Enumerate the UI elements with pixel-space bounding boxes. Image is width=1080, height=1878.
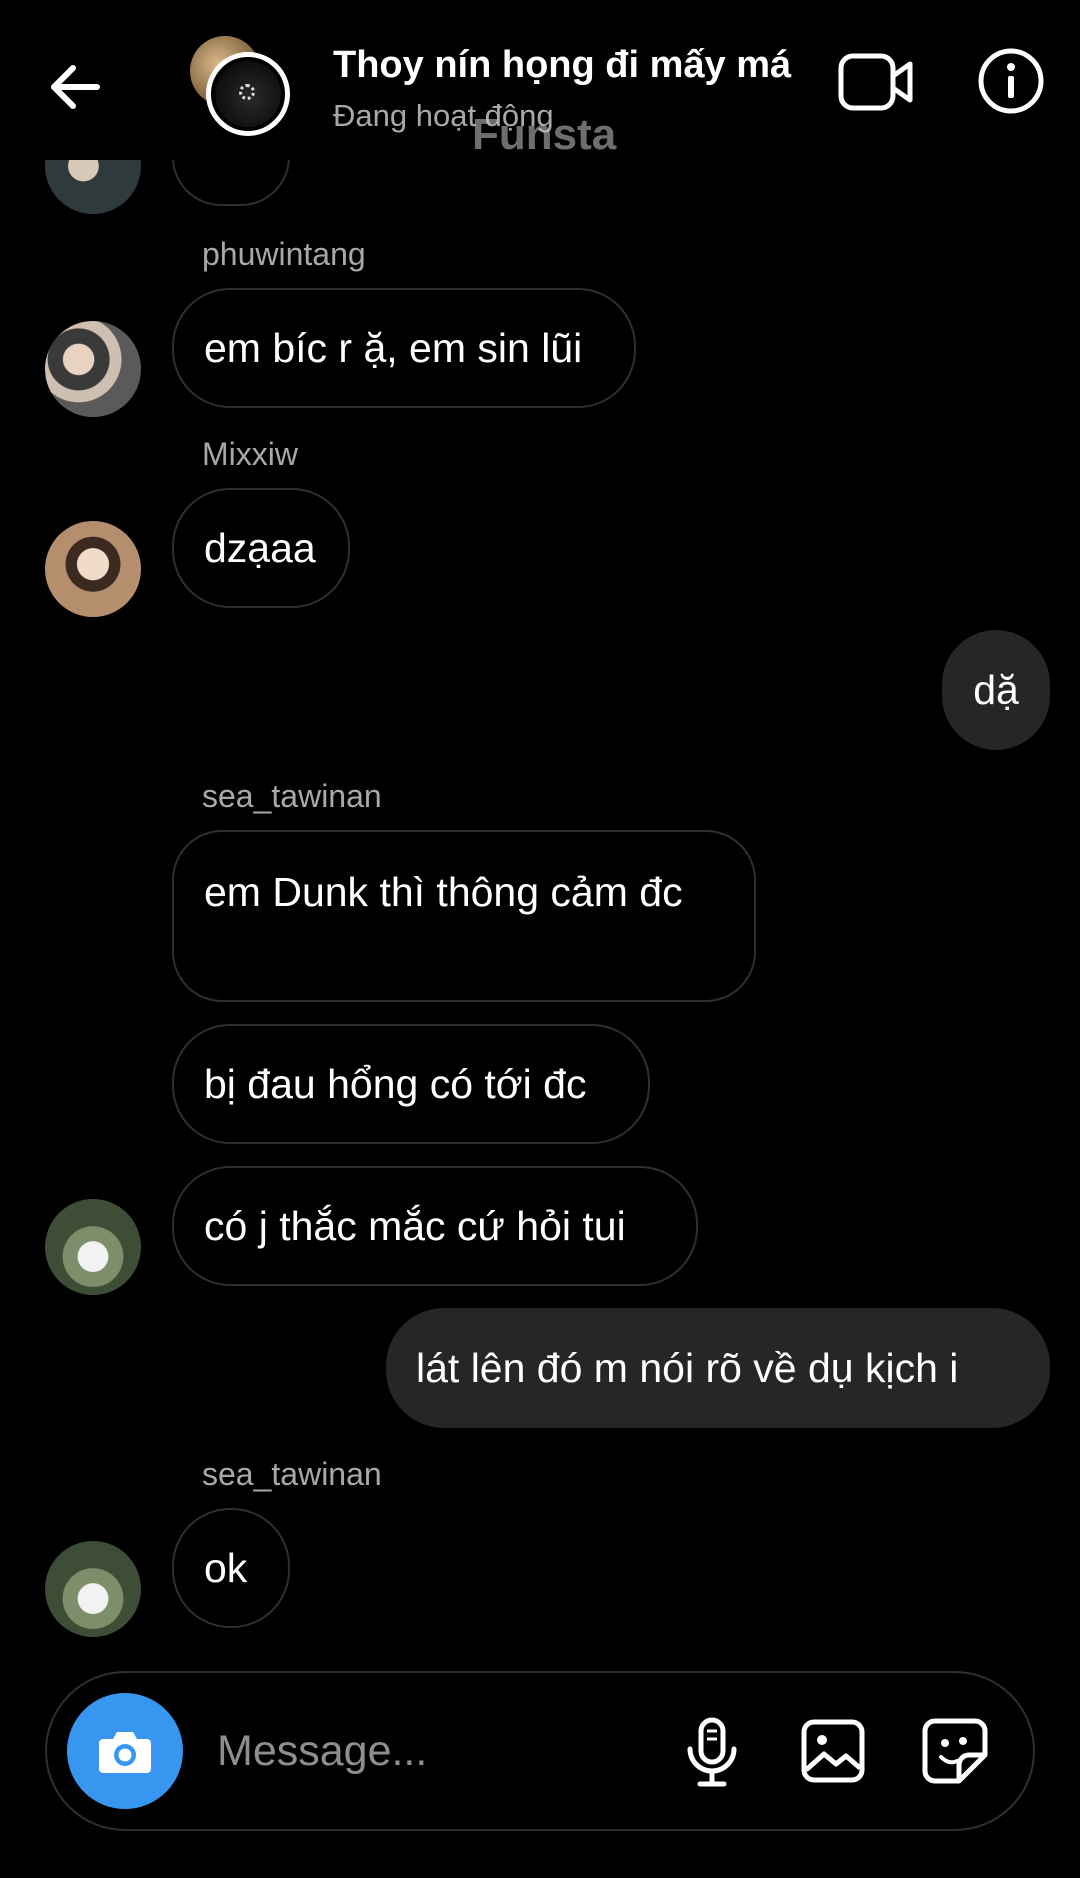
gallery-icon [801, 1719, 865, 1783]
video-camera-icon [838, 53, 913, 111]
message-text: dặ [973, 666, 1019, 713]
message-input[interactable] [217, 1713, 657, 1789]
sender-name: sea_tawinan [202, 778, 382, 814]
message-text: em bíc r ặ, em sin lũi [204, 324, 583, 371]
microphone-icon [687, 1717, 737, 1787]
message-bubble[interactable]: dzạaa [172, 488, 350, 608]
outgoing-message-bubble[interactable]: lát lên đó m nói rõ về dụ kịch i [386, 1308, 1050, 1428]
camera-button[interactable] [67, 1693, 183, 1809]
info-button[interactable] [976, 46, 1046, 116]
message-text: dzạaa [204, 524, 316, 571]
message-text: em Dunk thì thông cảm đc [204, 869, 683, 915]
sticker-button[interactable] [917, 1713, 993, 1789]
message-composer [45, 1671, 1035, 1831]
message-bubble[interactable]: bị đau hổng có tới đc [172, 1024, 650, 1144]
outgoing-message-bubble[interactable]: dặ [942, 630, 1050, 750]
group-avatar[interactable] [186, 36, 296, 140]
sender-name: Mixxiw [202, 436, 298, 472]
info-icon [978, 48, 1044, 114]
sender-name: phuwintang [202, 236, 366, 272]
message-bubble[interactable]: ok [172, 1508, 290, 1628]
sticker-icon [922, 1718, 988, 1784]
message-text: lát lên đó m nói rõ về dụ kịch i [416, 1344, 959, 1391]
sender-avatar[interactable] [45, 1541, 141, 1637]
group-avatar-front [206, 52, 290, 136]
back-arrow-icon [51, 65, 100, 109]
message-text: ok [204, 1544, 248, 1591]
camera-icon [99, 1732, 151, 1773]
gallery-button[interactable] [795, 1713, 871, 1789]
voice-message-button[interactable] [677, 1713, 747, 1793]
sender-avatar[interactable] [45, 1199, 141, 1295]
message-text: bị đau hổng có tới đc [204, 1060, 587, 1107]
sender-name: sea_tawinan [202, 1456, 382, 1492]
chat-title[interactable]: Thoy nín họng đi mấy má [333, 44, 791, 87]
message-bubble[interactable]: có j thắc mắc cứ hỏi tui [172, 1166, 698, 1286]
watermark: Funsta [472, 110, 617, 159]
message-bubble[interactable]: em Dunk thì thông cảm đc [172, 830, 756, 1002]
sender-avatar[interactable] [45, 521, 141, 617]
back-button[interactable] [40, 52, 110, 122]
chat-screen: dạ Thoy nín họng đi mấy má Đang hoạt độn… [0, 0, 1080, 1878]
message-text: có j thắc mắc cứ hỏi tui [204, 1202, 626, 1249]
video-call-button[interactable] [838, 50, 914, 114]
sender-avatar[interactable] [45, 321, 141, 417]
message-bubble[interactable]: em bíc r ặ, em sin lũi [172, 288, 636, 408]
